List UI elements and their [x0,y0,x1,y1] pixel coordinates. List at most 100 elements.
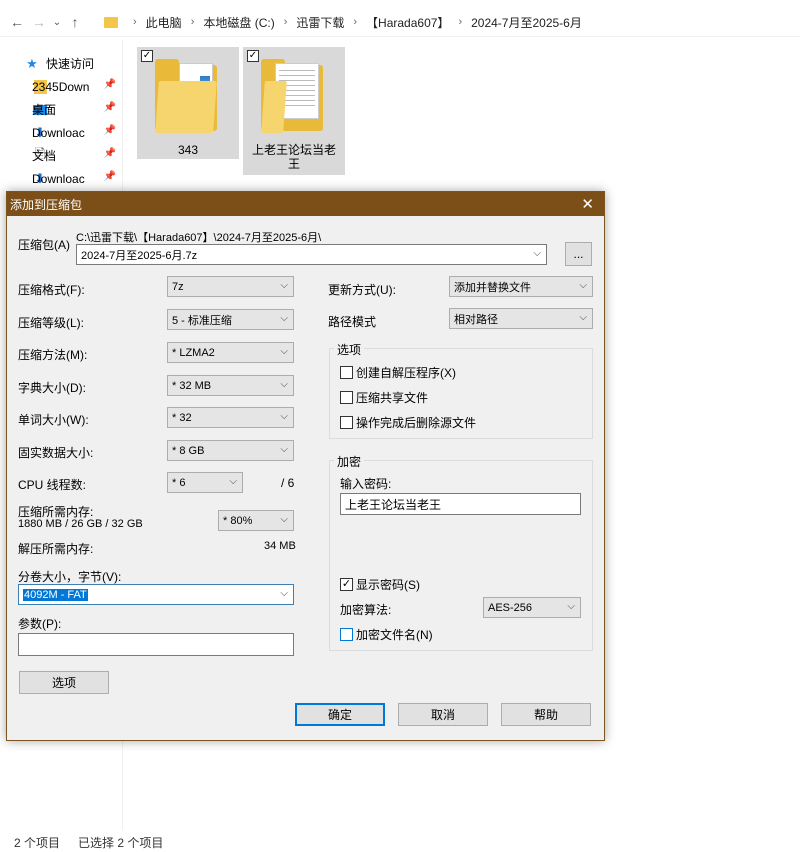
solid-value: * 8 GB [172,444,205,457]
chevron-down-icon: ⌵ [280,346,288,357]
method-select[interactable]: * LZMA2 ⌵ [167,342,294,363]
add-to-archive-dialog: 添加到压缩包 ✕ 压缩包(A) C:\迅雷下载\【Harada607】\2024… [6,191,605,741]
password-input[interactable]: 上老王论坛当老王 [340,493,581,515]
checkbox[interactable]: ✓ [141,50,153,62]
params-label: 参数(P): [18,617,62,631]
nav-item-downloads[interactable]: ⬇ Downloac 📌 [0,121,122,144]
item-count: 2 个项目 [14,836,61,850]
method-label: 压缩方法(M): [18,348,88,362]
chevron-down-icon: ⌵ [579,280,587,291]
encrypt-names-checkbox[interactable]: 加密文件名(N) [340,626,433,643]
level-select[interactable]: 5 - 标准压缩 ⌵ [167,309,294,330]
word-label: 单词大小(W): [18,413,89,427]
delete-after-checkbox[interactable]: 操作完成后删除源文件 [340,414,476,431]
update-mode-label: 更新方式(U): [328,283,396,297]
update-mode-select[interactable]: 添加并替换文件 ⌵ [449,276,593,297]
pin-icon[interactable]: 📌 [104,79,116,90]
chevron-right-icon[interactable]: › [284,16,288,28]
archive-label: 压缩包(A) [18,238,70,252]
chevron-right-icon[interactable]: › [458,16,462,28]
level-label: 压缩等级(L): [18,316,85,330]
help-button[interactable]: 帮助 [501,703,591,726]
threads-label: CPU 线程数: [18,478,87,492]
memory-value: * 80% [223,514,253,527]
cancel-button[interactable]: 取消 [398,703,488,726]
dict-label: 字典大小(D): [18,381,86,395]
threads-select[interactable]: * 6 ⌵ [167,472,243,493]
encryption-group-title: 加密 [334,453,365,470]
nav-item-label: Downloac [32,125,85,140]
threads-total: / 6 [281,476,295,490]
folder-icon [155,59,219,133]
nav-item-desktop[interactable]: 桌面 📌 [0,98,122,121]
split-size-combo[interactable]: 4092M - FAT ⌵ [18,584,294,605]
browse-button[interactable]: ... [565,242,592,266]
dict-select[interactable]: * 32 MB ⌵ [167,375,294,396]
chevron-right-icon[interactable]: › [353,16,357,28]
breadcrumb-item[interactable]: 迅雷下载 [296,14,344,31]
options-group-title: 选项 [334,341,365,358]
close-icon[interactable]: ✕ [581,195,594,213]
file-item[interactable]: ✓ 上老王论坛当老王 [243,47,345,175]
checkbox-box [340,416,353,429]
checkbox[interactable]: ✓ [247,50,259,62]
breadcrumb-item[interactable]: 本地磁盘 (C:) [203,14,274,31]
breadcrumb-item[interactable]: 【Harada607】 [366,14,449,31]
back-arrow-icon[interactable]: ← [6,14,28,30]
up-arrow-icon[interactable]: ↑ [64,14,86,30]
selected-count: 已选择 2 个项目 [78,836,164,850]
password-label: 输入密码: [340,477,392,491]
nav-item-documents[interactable]: 🗎 文档 📌 [0,144,122,167]
nav-item-folder[interactable]: 2345Down 📌 [0,75,122,98]
chevron-down-icon[interactable]: ⌵ [280,588,288,599]
pin-icon[interactable]: 📌 [104,171,116,182]
nav-item-label: Downloac [32,171,85,186]
chevron-down-icon[interactable]: ⌵ [533,248,541,259]
options-button[interactable]: 选项 [19,671,109,694]
params-input[interactable] [18,633,294,656]
nav-item-label: 文档 [32,149,57,163]
format-select[interactable]: 7z ⌵ [167,276,294,297]
pin-icon[interactable]: 📌 [104,102,116,113]
solid-select[interactable]: * 8 GB ⌵ [167,440,294,461]
breadcrumb-item[interactable]: 此电脑 [146,14,182,31]
divider [0,36,800,37]
word-value: * 32 [172,411,192,424]
memory-select[interactable]: * 80% ⌵ [218,510,294,531]
forward-arrow-icon[interactable]: → [28,14,50,30]
encryption-method-label: 加密算法: [340,603,392,617]
breadcrumb: › 此电脑 › 本地磁盘 (C:) › 迅雷下载 › 【Harada607】 ›… [104,8,582,36]
pin-icon[interactable]: 📌 [104,148,116,159]
chevron-right-icon[interactable]: › [133,16,137,28]
level-value: 5 - 标准压缩 [172,314,232,327]
nav-item-quick-access[interactable]: ★ 快速访问 [0,52,122,75]
dialog-title: 添加到压缩包 [10,197,83,212]
sfx-checkbox[interactable]: 创建自解压程序(X) [340,364,456,381]
delete-after-label: 操作完成后删除源文件 [356,416,477,430]
nav-item-label: 桌面 [32,103,57,117]
nav-item-downloads[interactable]: ⬇ Downloac 📌 [0,167,122,190]
pin-icon[interactable]: 📌 [104,125,116,136]
chevron-down-icon: ⌵ [579,312,587,323]
path-mode-value: 相对路径 [454,313,498,326]
split-label: 分卷大小，字节(V): [18,570,122,584]
shared-files-checkbox[interactable]: 压缩共享文件 [340,389,428,406]
ok-button[interactable]: 确定 [295,703,385,726]
method-value: * LZMA2 [172,346,215,359]
file-item[interactable]: ✓ 343 [137,47,239,159]
archive-name-combo[interactable]: 2024-7月至2025-6月.7z ⌵ [76,244,547,265]
memory-detail: 1880 MB / 26 GB / 32 GB [18,518,143,530]
checkbox-box: ✓ [340,578,353,591]
decompress-memory-value: 34 MB [264,540,296,552]
encryption-method-select[interactable]: AES-256 ⌵ [483,597,581,618]
breadcrumb-item[interactable]: 2024-7月至2025-6月 [471,14,582,31]
recent-chevron-icon[interactable]: ⌄ [50,17,64,28]
path-mode-label: 路径模式 [328,315,377,329]
word-select[interactable]: * 32 ⌵ [167,407,294,428]
show-password-checkbox[interactable]: ✓ 显示密码(S) [340,576,420,593]
chevron-right-icon[interactable]: › [191,16,195,28]
dialog-title-bar[interactable]: 添加到压缩包 ✕ [7,192,604,216]
threads-value: * 6 [172,476,186,489]
path-mode-select[interactable]: 相对路径 ⌵ [449,308,593,329]
checkbox-box [340,391,353,404]
